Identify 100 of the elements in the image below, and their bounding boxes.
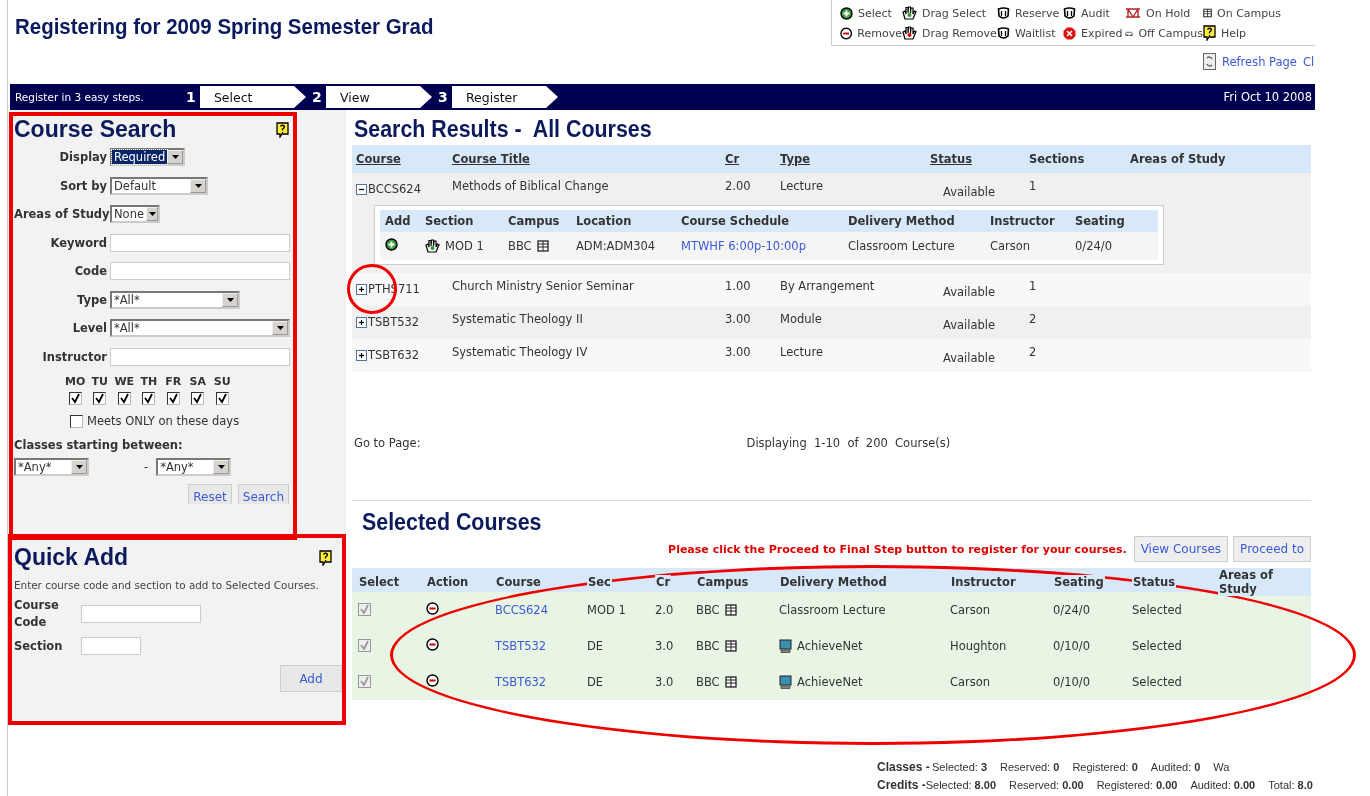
course-link[interactable]: TSBT532 xyxy=(495,639,587,653)
minus-circle-icon[interactable] xyxy=(426,638,439,651)
column-header[interactable]: Course Title xyxy=(452,152,530,166)
panel-title: Quick Add xyxy=(14,544,129,571)
summary-value: Wa xyxy=(1213,761,1230,773)
expand-toggle[interactable] xyxy=(356,316,367,328)
column-header: Action xyxy=(426,575,470,589)
column-header: Seating xyxy=(1075,214,1126,228)
dropdown[interactable]: *All* xyxy=(110,290,240,309)
checkbox[interactable] xyxy=(93,392,107,405)
expand-toggle[interactable] xyxy=(356,349,367,361)
input-field[interactable] xyxy=(110,262,290,281)
table-cell: MOD 1 xyxy=(445,239,484,253)
summary-value: Reserved: 0 xyxy=(1000,761,1060,773)
shield-icon xyxy=(997,26,1010,40)
checkbox[interactable] xyxy=(191,392,205,405)
dropdown[interactable]: *All* xyxy=(110,319,290,338)
course-link[interactable]: TSBT632 xyxy=(495,675,587,689)
refresh-icon[interactable] xyxy=(1203,53,1216,70)
table-cell: BBC xyxy=(696,639,720,653)
table-cell-text: Lecture xyxy=(780,179,824,195)
table-cell-text: Available xyxy=(942,317,997,332)
plus-circle-icon xyxy=(840,6,853,20)
table-cell-text: 0/24/0 xyxy=(1075,239,1113,253)
table-cell-text: 2.0 xyxy=(655,603,675,617)
minus-circle-icon[interactable] xyxy=(426,674,439,687)
caret-icon xyxy=(148,212,156,217)
table-cell-text: Lecture xyxy=(780,345,824,361)
checkbox[interactable] xyxy=(68,392,82,405)
table-cell-text: Church Ministry Senior Seminar xyxy=(452,279,635,295)
input-field[interactable] xyxy=(81,605,201,623)
column-header: Sec xyxy=(587,575,612,589)
table-cell-text: DE xyxy=(587,675,605,689)
course-link[interactable]: BCCS624 xyxy=(495,603,587,617)
add-button[interactable]: Add xyxy=(280,665,342,692)
table-cell-text: 2 xyxy=(1029,312,1038,328)
table-cell-text: 0/10/0 xyxy=(1053,639,1091,653)
plus-circle-icon[interactable] xyxy=(385,238,398,251)
legend-label: Remove xyxy=(857,26,902,40)
table-cell-text: Houghton xyxy=(950,639,1008,653)
header-link[interactable]: Refresh Page xyxy=(1222,54,1297,69)
form-button[interactable]: Reset xyxy=(188,484,232,504)
column-header: Cr xyxy=(655,575,672,589)
hand-icon[interactable] xyxy=(425,239,440,253)
table-cell-text: Module xyxy=(780,312,823,328)
column-header: Course xyxy=(495,575,542,589)
column-header[interactable]: Course xyxy=(356,152,401,166)
input-field[interactable] xyxy=(110,233,290,252)
table-cell-text: Available xyxy=(942,184,997,199)
table-cell-text: Selected xyxy=(1132,675,1183,689)
minus-circle-icon[interactable] xyxy=(426,602,439,615)
legend-label: Reserve xyxy=(1015,6,1060,20)
summary-value: Registered: 0.00 xyxy=(1096,779,1178,791)
minus-circle-icon xyxy=(840,26,853,40)
field-label: Type xyxy=(76,292,107,307)
header-link[interactable]: Cl xyxy=(1302,54,1315,69)
steps-intro: Register in 3 easy steps. xyxy=(15,91,144,103)
dropdown[interactable]: None xyxy=(110,205,160,224)
field-label: Areas of Study xyxy=(14,207,107,222)
checkbox[interactable] xyxy=(215,392,229,405)
table-cell: TSBT532 xyxy=(368,315,420,329)
checkbox-label: Meets ONLY on these days xyxy=(87,414,240,428)
table-cell-text: Methods of Biblical Change xyxy=(452,179,610,195)
summary-value: Audited: 0 xyxy=(1150,761,1201,773)
column-header: Sections xyxy=(1029,152,1085,166)
expand-toggle[interactable] xyxy=(356,283,367,295)
column-header[interactable]: Type xyxy=(780,152,810,166)
hand-icon xyxy=(902,26,917,40)
action-button[interactable]: View Courses xyxy=(1133,536,1229,562)
caret-icon xyxy=(276,326,284,331)
checkbox[interactable] xyxy=(166,392,180,405)
checkbox[interactable] xyxy=(117,392,131,405)
checkbox[interactable] xyxy=(70,414,83,428)
dropdown[interactable]: *Any* xyxy=(14,458,89,476)
section-title: Selected Courses xyxy=(362,509,543,536)
column-header[interactable]: Cr xyxy=(725,152,740,166)
column-header[interactable]: Status xyxy=(930,152,973,166)
collapse-toggle[interactable] xyxy=(356,183,367,195)
dropdown[interactable]: Required xyxy=(110,148,185,167)
help-icon[interactable] xyxy=(319,549,332,566)
table-cell-text: 3.00 xyxy=(725,312,752,328)
table-cell: AchieveNet xyxy=(797,639,863,653)
dropdown[interactable]: Default xyxy=(110,176,208,195)
form-button[interactable]: Search xyxy=(237,484,289,504)
dropdown[interactable]: *Any* xyxy=(156,458,232,476)
field-label: Section xyxy=(14,637,64,655)
schedule-link[interactable]: MTWHF 6:00p-10:00p xyxy=(681,239,848,253)
input-field[interactable] xyxy=(110,347,290,366)
action-button[interactable]: Proceed to xyxy=(1233,536,1311,562)
table-cell-text: 2.00 xyxy=(725,179,752,195)
legend-label: Expired xyxy=(1081,26,1123,40)
checkbox[interactable] xyxy=(142,392,156,405)
summary-value: Registered: 0 xyxy=(1072,761,1138,773)
shield-icon xyxy=(1063,6,1076,20)
input-field[interactable] xyxy=(81,637,141,655)
help-icon[interactable] xyxy=(276,121,289,138)
hint-text: Enter course code and section to add to Selected Courses. xyxy=(14,579,320,591)
legend-label: Audit xyxy=(1081,6,1110,20)
field-label: Code xyxy=(73,264,107,279)
table-cell-text: Selected xyxy=(1132,603,1183,617)
